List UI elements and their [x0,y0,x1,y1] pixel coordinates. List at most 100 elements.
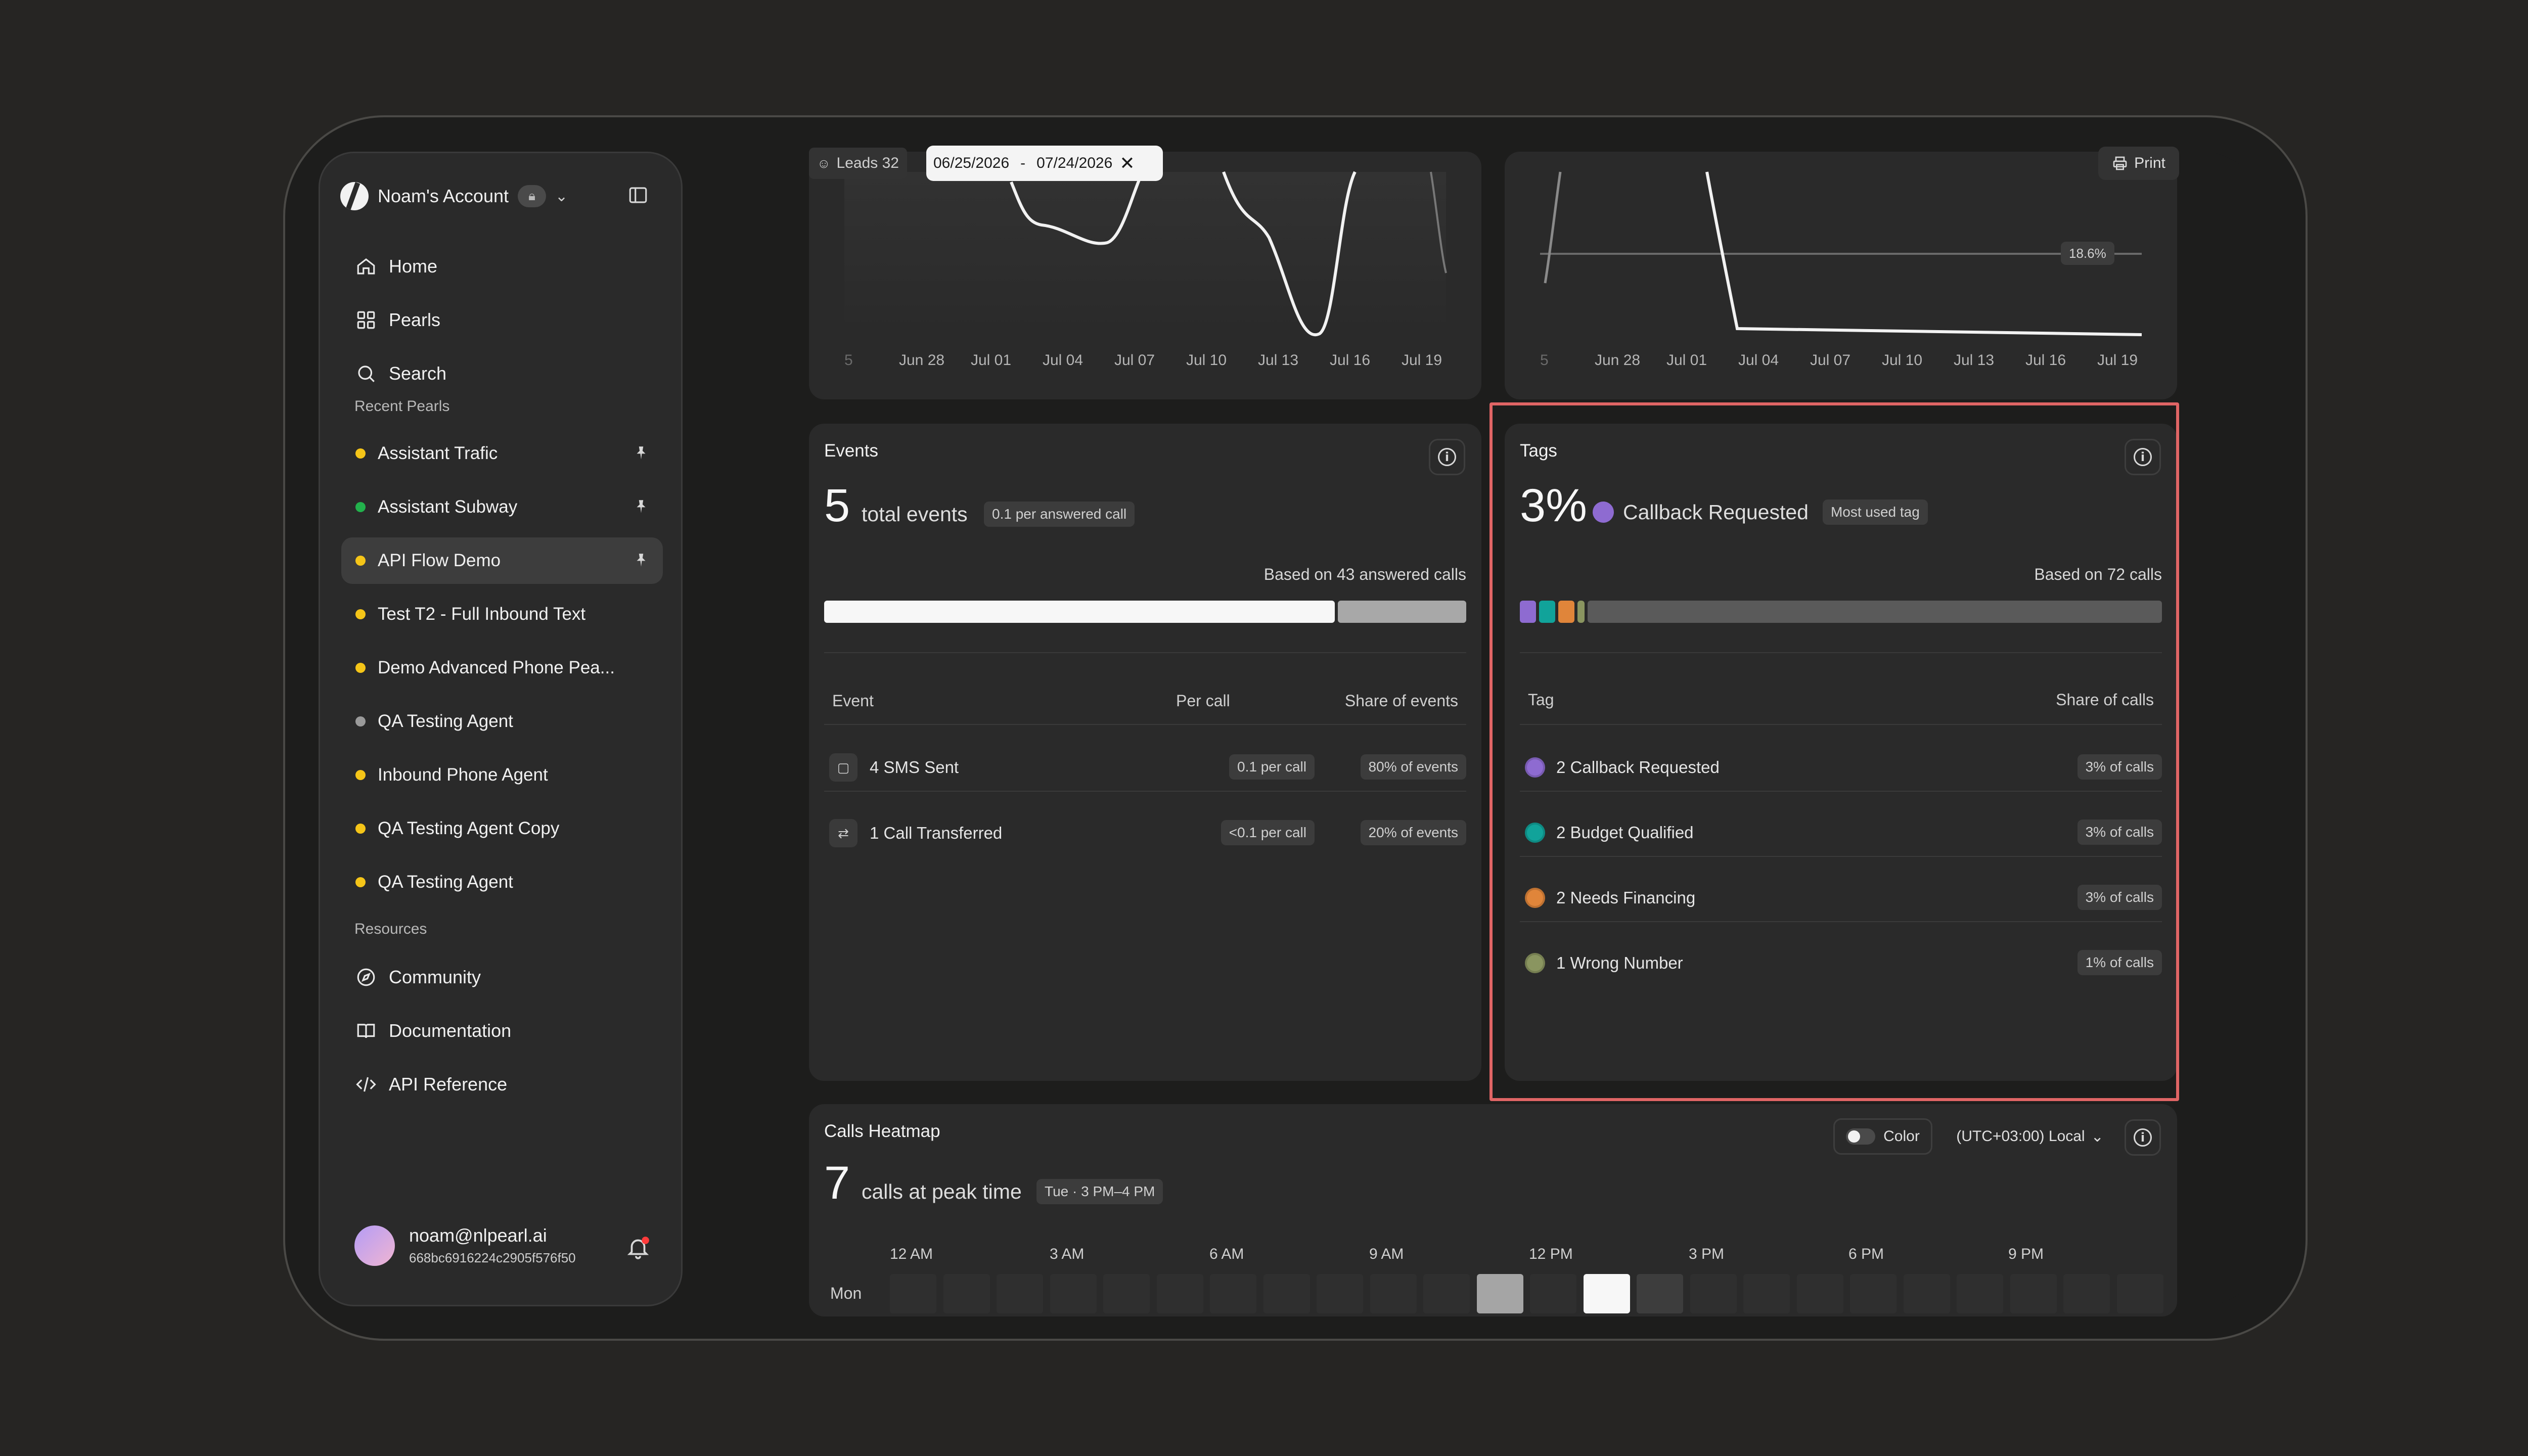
heatmap-cell[interactable] [1317,1274,1363,1313]
heatmap-cell[interactable] [943,1274,990,1313]
x-tick-label: Jul 10 [1882,352,1923,369]
heatmap-cell[interactable] [1050,1274,1097,1313]
x-tick-label: 5 [844,352,853,369]
pearl-item-label: Inbound Phone Agent [378,765,548,785]
date-separator: - [1020,155,1026,171]
leads-filter-chip[interactable]: ☺︎ Leads 32 [809,148,907,179]
x-tick-label: Jul 16 [1330,352,1371,369]
heatmap-cell[interactable] [1156,1274,1203,1313]
heatmap-info-button[interactable]: i [2125,1119,2161,1156]
x-tick-label: Jul 07 [1114,352,1155,369]
heatmap-cell[interactable] [997,1274,1043,1313]
heatmap-cell[interactable] [2063,1274,2110,1313]
heatmap-cell[interactable] [1370,1274,1417,1313]
timezone-value: (UTC+03:00) Local [1956,1128,2085,1145]
x-tick-label: Jun 28 [899,352,945,369]
leads-chart-card: 5 Jun 28 Jul 01 Jul 04 Jul 07 Jul 10 Jul 13 Jul… [809,152,1481,399]
events-bar-secondary [1338,601,1466,623]
x-tick-label: Jul 07 [1810,352,1851,369]
heatmap-cell[interactable] [890,1274,936,1313]
users-icon: ☺︎ [817,155,831,171]
heatmap-cell[interactable] [1530,1274,1576,1313]
pearl-item[interactable]: API Flow Demo [341,537,663,584]
bell-icon [627,1237,649,1259]
heatmap-cell[interactable] [1583,1274,1630,1313]
heatmap-cell[interactable] [2010,1274,2057,1313]
pearl-item[interactable]: QA Testing Agent [341,698,663,745]
status-dot [355,556,366,566]
heatmap-cell[interactable] [1796,1274,1843,1313]
x-tick-label: Jul 04 [1043,352,1084,369]
event-row[interactable]: ⇄ 1 Call Transferred [829,818,1002,848]
heatmap-cell[interactable] [1423,1274,1470,1313]
heatmap-cell[interactable] [1476,1274,1523,1313]
nav-home-label: Home [389,256,438,277]
clear-date-icon[interactable]: ✕ [1119,153,1135,174]
notifications-button[interactable] [625,1235,651,1260]
rate-chart-card: 18.6% 5 Jun 28 Jul 01 Jul 04 Jul 07 Jul 10 Jul… [1505,152,2177,399]
status-dot [355,663,366,673]
hour-label: 3 PM [1689,1246,1725,1262]
sidebar-toggle-button[interactable] [621,178,655,212]
search-icon [358,366,375,382]
color-toggle[interactable]: Color [1833,1118,1932,1155]
user-profile[interactable]: noam@nlpearl.ai 668bc6916224c2905f576f50 [354,1225,576,1266]
nav-documentation[interactable]: Documentation [341,1008,663,1054]
status-dot [355,877,366,887]
heatmap-cell[interactable] [1743,1274,1790,1313]
events-title: Events [824,441,878,461]
print-button[interactable]: Print [2098,147,2179,180]
rate-line-segment-1 [1544,171,1562,284]
pearl-item[interactable]: QA Testing Agent Copy [341,805,663,852]
pearl-item-label: Demo Advanced Phone Pea... [378,658,615,677]
status-dot [355,770,366,780]
heatmap-cell[interactable] [1690,1274,1737,1313]
pearl-item[interactable]: Demo Advanced Phone Pea... [341,645,663,691]
timezone-select[interactable]: (UTC+03:00) Local ⌄ [1942,1118,2118,1155]
pin-icon[interactable] [633,444,650,462]
x-tick-label: Jul 04 [1738,352,1779,369]
heatmap-cell[interactable] [1903,1274,1950,1313]
hour-label: 9 PM [2008,1246,2044,1262]
status-dot [355,716,366,726]
leads-label: Leads 32 [836,155,899,171]
x-tick-label: Jul 19 [1402,352,1442,369]
hour-label: 3 AM [1050,1246,1085,1262]
pearl-item[interactable]: Test T2 - Full Inbound Text [341,591,663,638]
print-label: Print [2134,155,2165,171]
date-range-picker[interactable]: 06/25/2026 - 07/24/2026 ✕ [926,146,1163,181]
heatmap-cell[interactable] [1957,1274,2003,1313]
hour-label: 12 PM [1529,1246,1573,1262]
pearl-item[interactable]: Inbound Phone Agent [341,752,663,798]
heatmap-cell[interactable] [2116,1274,2163,1313]
events-total: 5 [824,480,850,531]
account-name: Noam's Account [378,186,509,206]
pin-icon[interactable] [633,498,650,515]
resources-heading: Resources [354,921,427,937]
account-switcher[interactable]: Noam's Account 🔒︎ ⌄ [340,173,568,219]
heatmap-peak-pill: Tue · 3 PM–4 PM [1036,1179,1163,1204]
x-tick-label: Jul 10 [1186,352,1227,369]
heatmap-row-label: Mon [830,1284,862,1302]
pearl-item[interactable]: Assistant Subway [341,484,663,530]
nav-home[interactable]: Home [341,243,663,290]
nav-search[interactable]: Search [341,350,663,397]
pin-icon[interactable] [633,552,650,569]
pearl-item[interactable]: QA Testing Agent [341,859,663,905]
heatmap-cell[interactable] [1850,1274,1897,1313]
nav-api-reference[interactable]: API Reference [341,1061,663,1108]
pearl-item[interactable]: Assistant Trafic [341,430,663,477]
nav-pearls[interactable]: Pearls [341,297,663,343]
heatmap-cell[interactable] [1103,1274,1150,1313]
heatmap-cell[interactable] [1210,1274,1256,1313]
toggle-switch[interactable] [1846,1128,1876,1145]
events-col-event: Event [832,692,874,710]
divider [824,724,1466,725]
heatmap-cell[interactable] [1637,1274,1683,1313]
event-share: 20% of events [1360,820,1466,845]
nav-community[interactable]: Community [341,954,663,1000]
events-based-on: Based on 43 answered calls [1263,565,1466,583]
event-row[interactable]: ▢ 4 SMS Sent [829,752,959,783]
events-info-button[interactable]: i [1429,439,1465,475]
heatmap-cell[interactable] [1263,1274,1310,1313]
